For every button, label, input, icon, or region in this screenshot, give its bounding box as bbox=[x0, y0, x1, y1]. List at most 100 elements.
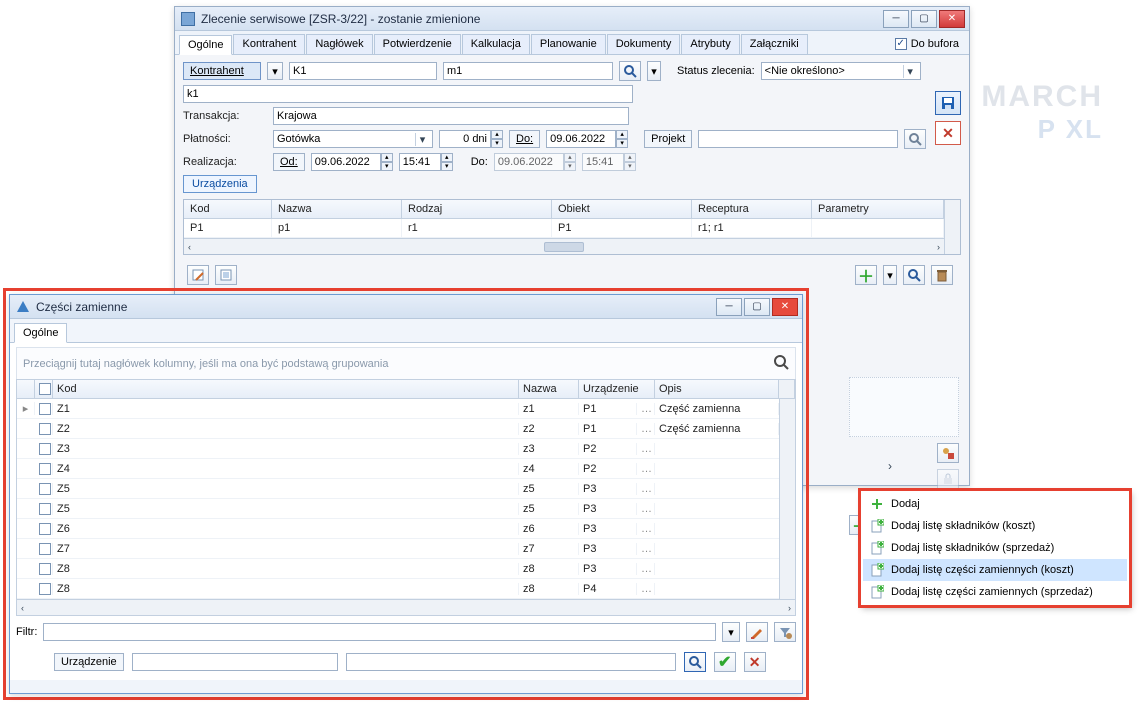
kontrahent-name-input[interactable] bbox=[443, 62, 613, 80]
group-search-icon[interactable] bbox=[773, 354, 789, 373]
list-item[interactable]: Z5z5P3… bbox=[17, 499, 779, 519]
search-icon[interactable] bbox=[903, 265, 925, 285]
col-rodzaj[interactable]: Rodzaj bbox=[402, 200, 552, 218]
urzadzenia-tab[interactable]: Urządzenia bbox=[183, 175, 257, 193]
parts-tab-ogolne[interactable]: Ogólne bbox=[14, 323, 67, 343]
menu-skladniki-sprzedaz[interactable]: Dodaj listę składników (sprzedaż) bbox=[863, 537, 1127, 559]
parts-close-button[interactable]: ✕ bbox=[772, 298, 798, 316]
do-bufora-checkbox[interactable] bbox=[895, 38, 907, 50]
status-combo[interactable]: <Nie określono>▾ bbox=[761, 62, 921, 80]
minimize-button[interactable]: ─ bbox=[883, 10, 909, 28]
filtr-edit-icon[interactable] bbox=[746, 622, 768, 642]
doc-import-icon[interactable] bbox=[215, 265, 237, 285]
list-item[interactable]: Z3z3P2… bbox=[17, 439, 779, 459]
col-parametry[interactable]: Parametry bbox=[812, 200, 944, 218]
kontrahent-code-input[interactable] bbox=[289, 62, 437, 80]
kontrahent-search-icon[interactable] bbox=[619, 61, 641, 81]
tab-atrybuty[interactable]: Atrybuty bbox=[681, 34, 739, 54]
cancel-icon[interactable]: ✕ bbox=[935, 121, 961, 145]
projekt-search-icon[interactable] bbox=[904, 129, 926, 149]
projekt-button[interactable]: Projekt bbox=[644, 130, 692, 148]
list-item[interactable]: Z8z8P4… bbox=[17, 579, 779, 599]
menu-skladniki-koszt[interactable]: Dodaj listę składników (koszt) bbox=[863, 515, 1127, 537]
tab-dokumenty[interactable]: Dokumenty bbox=[607, 34, 681, 54]
filtr-settings-icon[interactable] bbox=[774, 622, 796, 642]
parts-hscroll[interactable]: ‹› bbox=[17, 599, 795, 615]
grid-vscroll[interactable] bbox=[944, 200, 960, 254]
row-checkbox[interactable] bbox=[39, 483, 51, 495]
urzadzenie-input-1[interactable] bbox=[132, 653, 338, 671]
pcol-nazwa[interactable]: Nazwa bbox=[519, 380, 579, 398]
list-item[interactable]: ▸Z1z1P1…Część zamienna bbox=[17, 399, 779, 419]
list-item[interactable]: Z7z7P3… bbox=[17, 539, 779, 559]
urzadzenie-input-2[interactable] bbox=[346, 653, 676, 671]
kontrahent-button[interactable]: Kontrahent bbox=[183, 62, 261, 80]
list-item[interactable]: Z4z4P2… bbox=[17, 459, 779, 479]
tab-ogolne[interactable]: Ogólne bbox=[179, 35, 232, 55]
add-icon[interactable]: ＋ bbox=[855, 265, 877, 285]
do-button[interactable]: Do: bbox=[509, 130, 540, 148]
maximize-button[interactable]: ▢ bbox=[911, 10, 937, 28]
pcol-urzadzenie[interactable]: Urządzenie bbox=[579, 380, 655, 398]
grid-hscroll[interactable]: ‹› bbox=[184, 238, 944, 254]
row-checkbox[interactable] bbox=[39, 563, 51, 575]
filtr-input[interactable] bbox=[43, 623, 716, 641]
od-date-spinner[interactable]: ▴▾ bbox=[311, 153, 393, 171]
platnosci-combo[interactable]: Gotówka▾ bbox=[273, 130, 433, 148]
tab-potwierdzenie[interactable]: Potwierdzenie bbox=[374, 34, 461, 54]
aux-user-icon[interactable] bbox=[937, 443, 959, 463]
confirm-icon[interactable]: ✔ bbox=[714, 652, 736, 672]
row-checkbox[interactable] bbox=[39, 423, 51, 435]
filtr-dropdown-icon[interactable]: ▾ bbox=[722, 622, 740, 642]
kontrahent-more-icon[interactable]: ▾ bbox=[647, 61, 661, 81]
col-receptura[interactable]: Receptura bbox=[692, 200, 812, 218]
urzadzenie-search-icon[interactable] bbox=[684, 652, 706, 672]
list-item[interactable]: Z8z8P3… bbox=[17, 559, 779, 579]
doc-export-icon[interactable] bbox=[187, 265, 209, 285]
tab-kontrahent[interactable]: Kontrahent bbox=[233, 34, 305, 54]
dni-spinner[interactable]: ▴▾ bbox=[439, 130, 503, 148]
pcol-kod[interactable]: Kod bbox=[53, 380, 519, 398]
table-row[interactable]: P1 p1 r1 P1 r1; r1 bbox=[184, 219, 944, 238]
list-item[interactable]: Z2z2P1…Część zamienna bbox=[17, 419, 779, 439]
parts-maximize-button[interactable]: ▢ bbox=[744, 298, 770, 316]
delete-icon[interactable] bbox=[931, 265, 953, 285]
list-item[interactable]: Z6z6P3… bbox=[17, 519, 779, 539]
row-checkbox[interactable] bbox=[39, 403, 51, 415]
menu-dodaj[interactable]: Dodaj bbox=[863, 493, 1127, 515]
row-checkbox[interactable] bbox=[39, 523, 51, 535]
row-checkbox[interactable] bbox=[39, 443, 51, 455]
group-hint[interactable]: Przeciągnij tutaj nagłówek kolumny, jeśl… bbox=[16, 347, 796, 379]
do2-date-spinner[interactable]: ▴▾ bbox=[494, 153, 576, 171]
tab-kalkulacja[interactable]: Kalkulacja bbox=[462, 34, 530, 54]
parts-vscroll[interactable] bbox=[779, 399, 795, 599]
pcol-opis[interactable]: Opis bbox=[655, 380, 779, 398]
add-dropdown-icon[interactable]: ▾ bbox=[883, 265, 897, 285]
row-checkbox[interactable] bbox=[39, 543, 51, 555]
row-checkbox[interactable] bbox=[39, 463, 51, 475]
parts-minimize-button[interactable]: ─ bbox=[716, 298, 742, 316]
do-date-spinner[interactable]: ▴▾ bbox=[546, 130, 628, 148]
col-nazwa[interactable]: Nazwa bbox=[272, 200, 402, 218]
projekt-input[interactable] bbox=[698, 130, 898, 148]
main-titlebar[interactable]: Zlecenie serwisowe [ZSR-3/22] - zostanie… bbox=[175, 7, 969, 31]
transakcja-combo[interactable]: Krajowa bbox=[273, 107, 629, 125]
menu-czesci-koszt[interactable]: Dodaj listę części zamiennych (koszt) bbox=[863, 559, 1127, 581]
parts-titlebar[interactable]: Części zamienne ─ ▢ ✕ bbox=[10, 295, 802, 319]
save-icon[interactable] bbox=[935, 91, 961, 115]
od-button[interactable]: Od: bbox=[273, 153, 305, 171]
close-button[interactable]: ✕ bbox=[939, 10, 965, 28]
select-all-checkbox[interactable] bbox=[39, 383, 51, 395]
row-checkbox[interactable] bbox=[39, 503, 51, 515]
tab-planowanie[interactable]: Planowanie bbox=[531, 34, 606, 54]
kontrahent-dropdown-icon[interactable]: ▾ bbox=[267, 62, 283, 80]
list-item[interactable]: Z5z5P3… bbox=[17, 479, 779, 499]
menu-czesci-sprzedaz[interactable]: Dodaj listę części zamiennych (sprzedaż) bbox=[863, 581, 1127, 603]
col-obiekt[interactable]: Obiekt bbox=[552, 200, 692, 218]
reject-icon[interactable]: ✕ bbox=[744, 652, 766, 672]
tab-naglowek[interactable]: Nagłówek bbox=[306, 34, 372, 54]
od-time-spinner[interactable]: ▴▾ bbox=[399, 153, 453, 171]
tab-zalaczniki[interactable]: Załączniki bbox=[741, 34, 808, 54]
kontrahent-lower-input[interactable] bbox=[183, 85, 633, 103]
urzadzenie-button[interactable]: Urządzenie bbox=[54, 653, 124, 671]
